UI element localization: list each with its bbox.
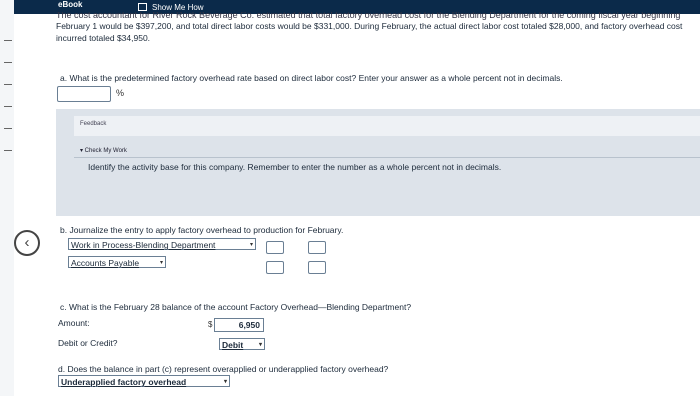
- credit-account-value: Accounts Payable: [71, 258, 140, 268]
- chevron-left-icon: ‹: [24, 234, 30, 251]
- show-me-how-link[interactable]: Show Me How: [152, 3, 204, 12]
- part-b-question: b. Journalize the entry to apply factory…: [60, 225, 344, 235]
- chevron-down-icon: ▾: [249, 242, 253, 248]
- debit-credit-label: Debit or Credit?: [58, 338, 118, 348]
- back-button[interactable]: ‹: [14, 230, 40, 256]
- ebook-link[interactable]: eBook: [58, 0, 82, 9]
- divider: [74, 157, 700, 158]
- over-under-value: Underapplied factory overhead: [61, 377, 187, 387]
- debit-credit-value: Debit: [222, 340, 244, 350]
- currency-symbol: $: [208, 320, 213, 329]
- balance-amount-input[interactable]: 6,950: [214, 318, 264, 332]
- chevron-down-icon: ▾: [258, 342, 262, 348]
- check-my-work-text: Identify the activity base for this comp…: [88, 162, 502, 172]
- feedback-label: Feedback: [80, 121, 107, 127]
- check-my-work-toggle[interactable]: ▾ Check My Work: [80, 147, 127, 154]
- credit-account-select[interactable]: Accounts Payable ▾: [68, 256, 166, 268]
- amount-label: Amount:: [58, 318, 90, 328]
- percent-unit: %: [116, 88, 125, 98]
- part-a-question: a. What is the predetermined factory ove…: [60, 73, 563, 83]
- credit-debit-amount-input[interactable]: [266, 261, 284, 274]
- chevron-down-icon: ▾: [159, 260, 163, 266]
- left-sidebar: [0, 0, 14, 396]
- debit-account-select[interactable]: Work in Process-Blending Department ▾: [68, 238, 256, 250]
- problem-text: February 1 would be $397,200, and total …: [56, 21, 683, 43]
- debit-amount-input[interactable]: [266, 241, 284, 254]
- part-d-question: d. Does the balance in part (c) represen…: [58, 364, 389, 374]
- debit-account-value: Work in Process-Blending Department: [71, 240, 216, 250]
- part-c-question: c. What is the February 28 balance of th…: [60, 302, 412, 312]
- debit-credit-select[interactable]: Debit ▾: [219, 338, 265, 350]
- rate-input[interactable]: [57, 86, 111, 102]
- over-under-select[interactable]: Underapplied factory overhead ▾: [58, 375, 230, 387]
- chevron-down-icon: ▾: [223, 379, 227, 385]
- credit-amount-input[interactable]: [308, 261, 326, 274]
- debit-credit-amount-input[interactable]: [308, 241, 326, 254]
- video-icon: [138, 3, 147, 11]
- feedback-header[interactable]: [74, 116, 700, 136]
